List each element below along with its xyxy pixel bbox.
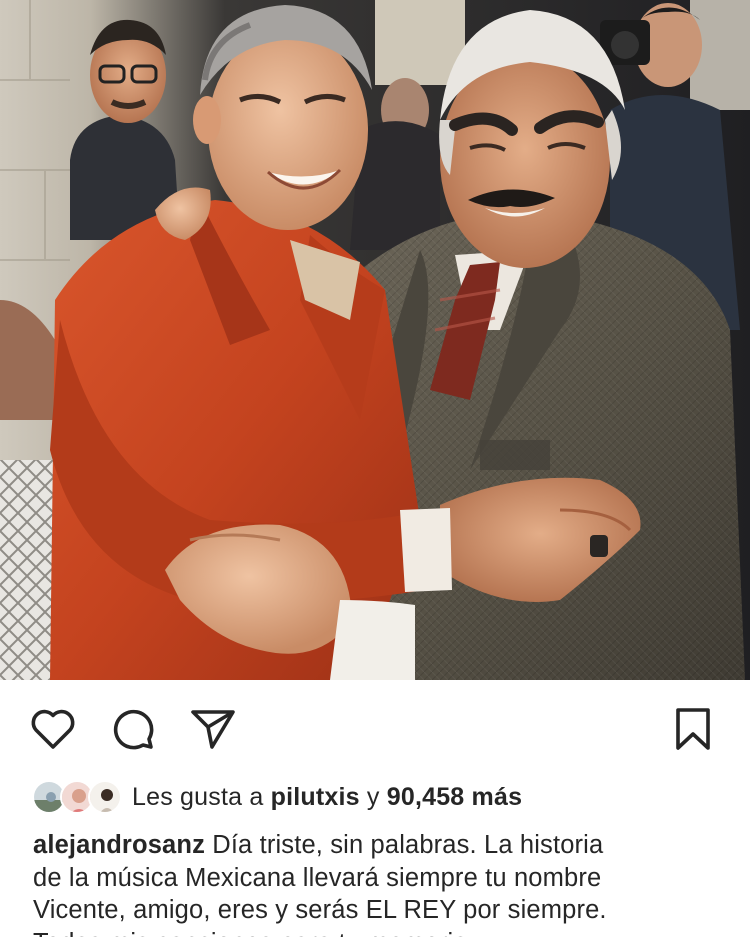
caption-text: Todas mis canciones para tu memoria [33,927,723,937]
instagram-post: Les gusta a pilutxis y 90,458 más alejan… [0,0,750,937]
likes-row[interactable]: Les gusta a pilutxis y 90,458 más [32,778,522,816]
likes-count[interactable]: 90,458 más [387,783,522,811]
bookmark-icon [676,708,710,750]
share-button[interactable] [190,706,236,752]
caption-username[interactable]: alejandrosanz [33,831,205,859]
comment-button[interactable] [110,706,156,752]
avatar [88,780,122,814]
caption-text: Vicente, amigo, eres y serás EL REY por … [33,896,607,924]
post-action-bar [0,680,750,776]
post-caption: alejandrosanz Día triste, sin palabras. … [33,829,723,937]
post-image [0,0,750,680]
liker-avatars [32,780,122,814]
liker-username[interactable]: pilutxis [271,783,360,811]
post-photo[interactable] [0,0,750,680]
paper-plane-icon [191,710,235,749]
caption-text: de la música Mexicana llevará siempre tu… [33,863,602,892]
comment-bubble-icon [113,709,154,750]
heart-icon [31,709,75,749]
like-button[interactable] [30,706,76,752]
caption-text: Día triste, sin palabras. La historia [205,831,604,859]
likes-text: Les gusta a pilutxis y 90,458 más [132,782,523,811]
save-button[interactable] [670,706,716,752]
